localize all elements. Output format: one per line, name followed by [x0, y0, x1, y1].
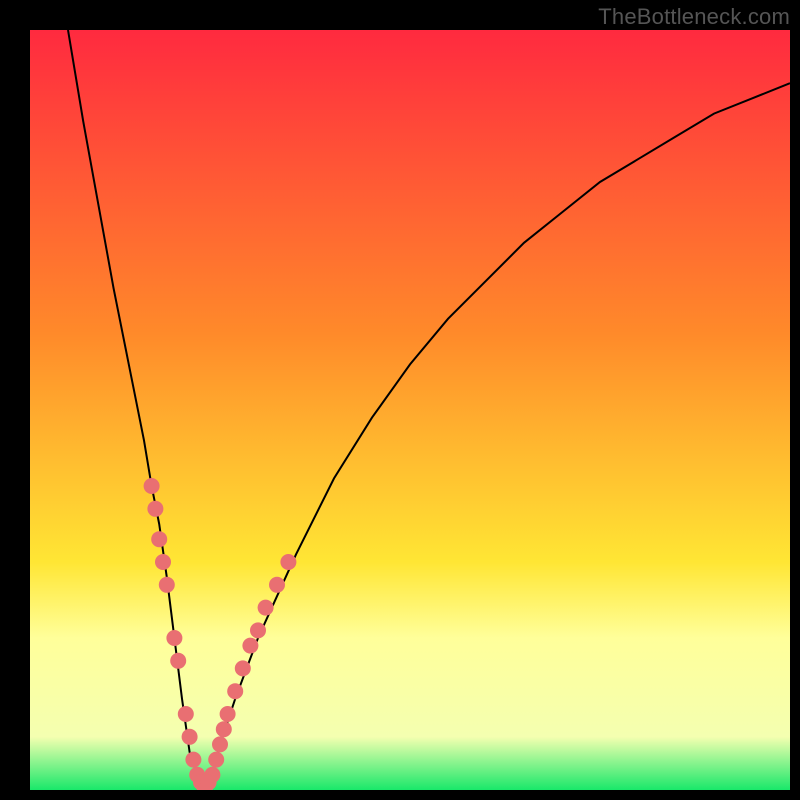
curve-marker [235, 660, 251, 676]
chart-svg [30, 30, 790, 790]
curve-marker [242, 638, 258, 654]
curve-marker [151, 531, 167, 547]
curve-marker [212, 736, 228, 752]
curve-marker [227, 683, 243, 699]
outer-frame: TheBottleneck.com [0, 0, 800, 800]
curve-marker [159, 577, 175, 593]
curve-marker [185, 752, 201, 768]
curve-marker [178, 706, 194, 722]
curve-marker [258, 600, 274, 616]
curve-marker [204, 767, 220, 783]
curve-marker [250, 622, 266, 638]
plot-area [30, 30, 790, 790]
curve-marker [144, 478, 160, 494]
curve-marker [170, 653, 186, 669]
curve-marker [208, 752, 224, 768]
watermark-text: TheBottleneck.com [598, 4, 790, 30]
curve-marker [155, 554, 171, 570]
curve-marker [220, 706, 236, 722]
curve-marker [182, 729, 198, 745]
gradient-background [30, 30, 790, 790]
curve-marker [216, 721, 232, 737]
curve-marker [166, 630, 182, 646]
curve-marker [280, 554, 296, 570]
curve-marker [147, 501, 163, 517]
curve-marker [269, 577, 285, 593]
